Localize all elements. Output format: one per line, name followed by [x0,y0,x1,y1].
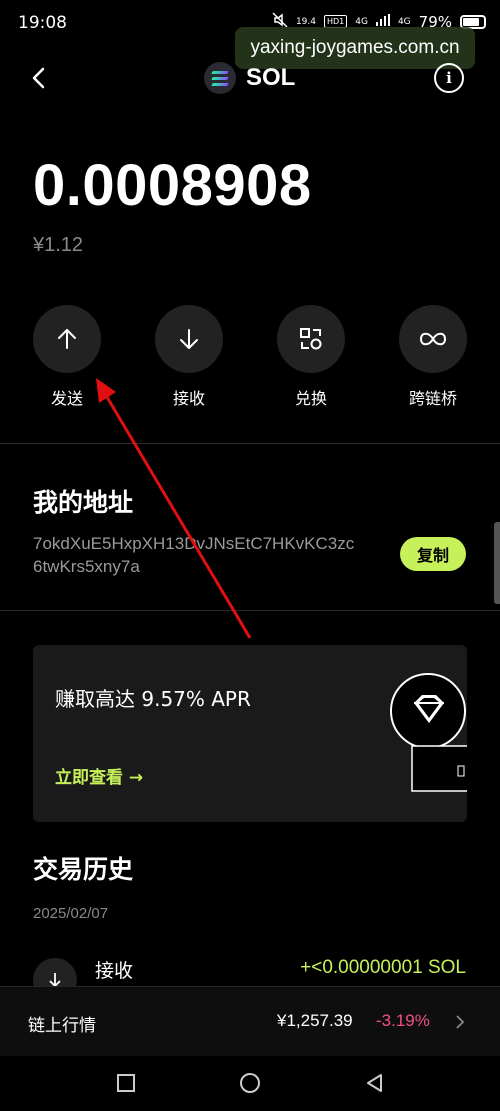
send-label: 发送 [50,389,83,408]
send-button[interactable]: 发送 [22,305,112,409]
balance-amount: 0.0008908 [33,153,312,218]
status-time: 19:08 [18,13,67,33]
bridge-icon [419,332,447,346]
token-title: SOL [204,62,295,94]
swap-label: 兑换 [294,389,327,408]
tx-type[interactable]: 接收 [95,956,133,983]
nav-bar: SOL i [0,50,500,106]
action-row: 发送 接收 兑换 跨链桥 [0,305,500,408]
swap-icon [300,328,322,350]
balance-fiat: ¥1.12 [33,234,84,256]
arrow-up-icon [58,329,76,349]
receive-button[interactable]: 接收 [144,305,234,409]
info-button[interactable]: i [434,63,464,93]
market-label: 链上行情 [28,1016,96,1036]
receive-circle[interactable] [155,305,223,373]
chevron-left-icon [32,67,45,89]
market-bar[interactable]: 链上行情 ¥1,257.39 -3.19% [0,986,500,1056]
back-nav-icon[interactable] [364,1072,386,1094]
solana-logo-icon [204,62,236,94]
staking-promo-card[interactable]: 赚取高达 9.57% APR 立即查看 → [33,645,467,822]
back-button[interactable] [24,64,54,92]
send-circle[interactable] [33,305,101,373]
net-speed: 19.4 [295,16,316,27]
scroll-handle[interactable] [494,522,500,604]
market-price: ¥1,257.39 [277,1011,353,1030]
swap-circle[interactable] [277,305,345,373]
market-change: -3.19% [376,1011,430,1030]
tx-amount: +<0.00000001 SOL [300,957,466,978]
wallet-address: 7okdXuE5HxpXH13DvJNsEtC7HKvKC3zc6twKrs5x… [33,534,355,576]
info-icon: i [446,69,452,87]
bridge-button[interactable]: 跨链桥 [388,305,478,409]
bridge-circle[interactable] [399,305,467,373]
home-icon[interactable] [239,1072,261,1094]
diamond-illustration-icon [390,673,467,792]
recents-icon[interactable] [115,1072,137,1094]
signal-4g-2: 4G [397,16,411,27]
signal-4g-1: 4G [355,16,368,27]
divider [0,443,500,444]
history-date: 2025/02/07 [33,905,109,922]
divider [0,610,500,611]
address-title: 我的地址 [33,488,134,517]
history-title: 交易历史 [33,855,134,884]
chevron-right-icon [456,1015,465,1029]
receive-label: 接收 [172,389,205,408]
arrow-down-icon [180,329,198,349]
promo-link[interactable]: 立即查看 → [55,763,143,788]
bridge-label: 跨链桥 [408,389,457,408]
token-name: SOL [246,64,296,91]
system-nav-bar [0,1056,500,1111]
swap-button[interactable]: 兑换 [266,305,356,409]
copy-button[interactable]: 复制 [400,537,466,571]
promo-title: 赚取高达 9.57% APR [55,687,251,711]
